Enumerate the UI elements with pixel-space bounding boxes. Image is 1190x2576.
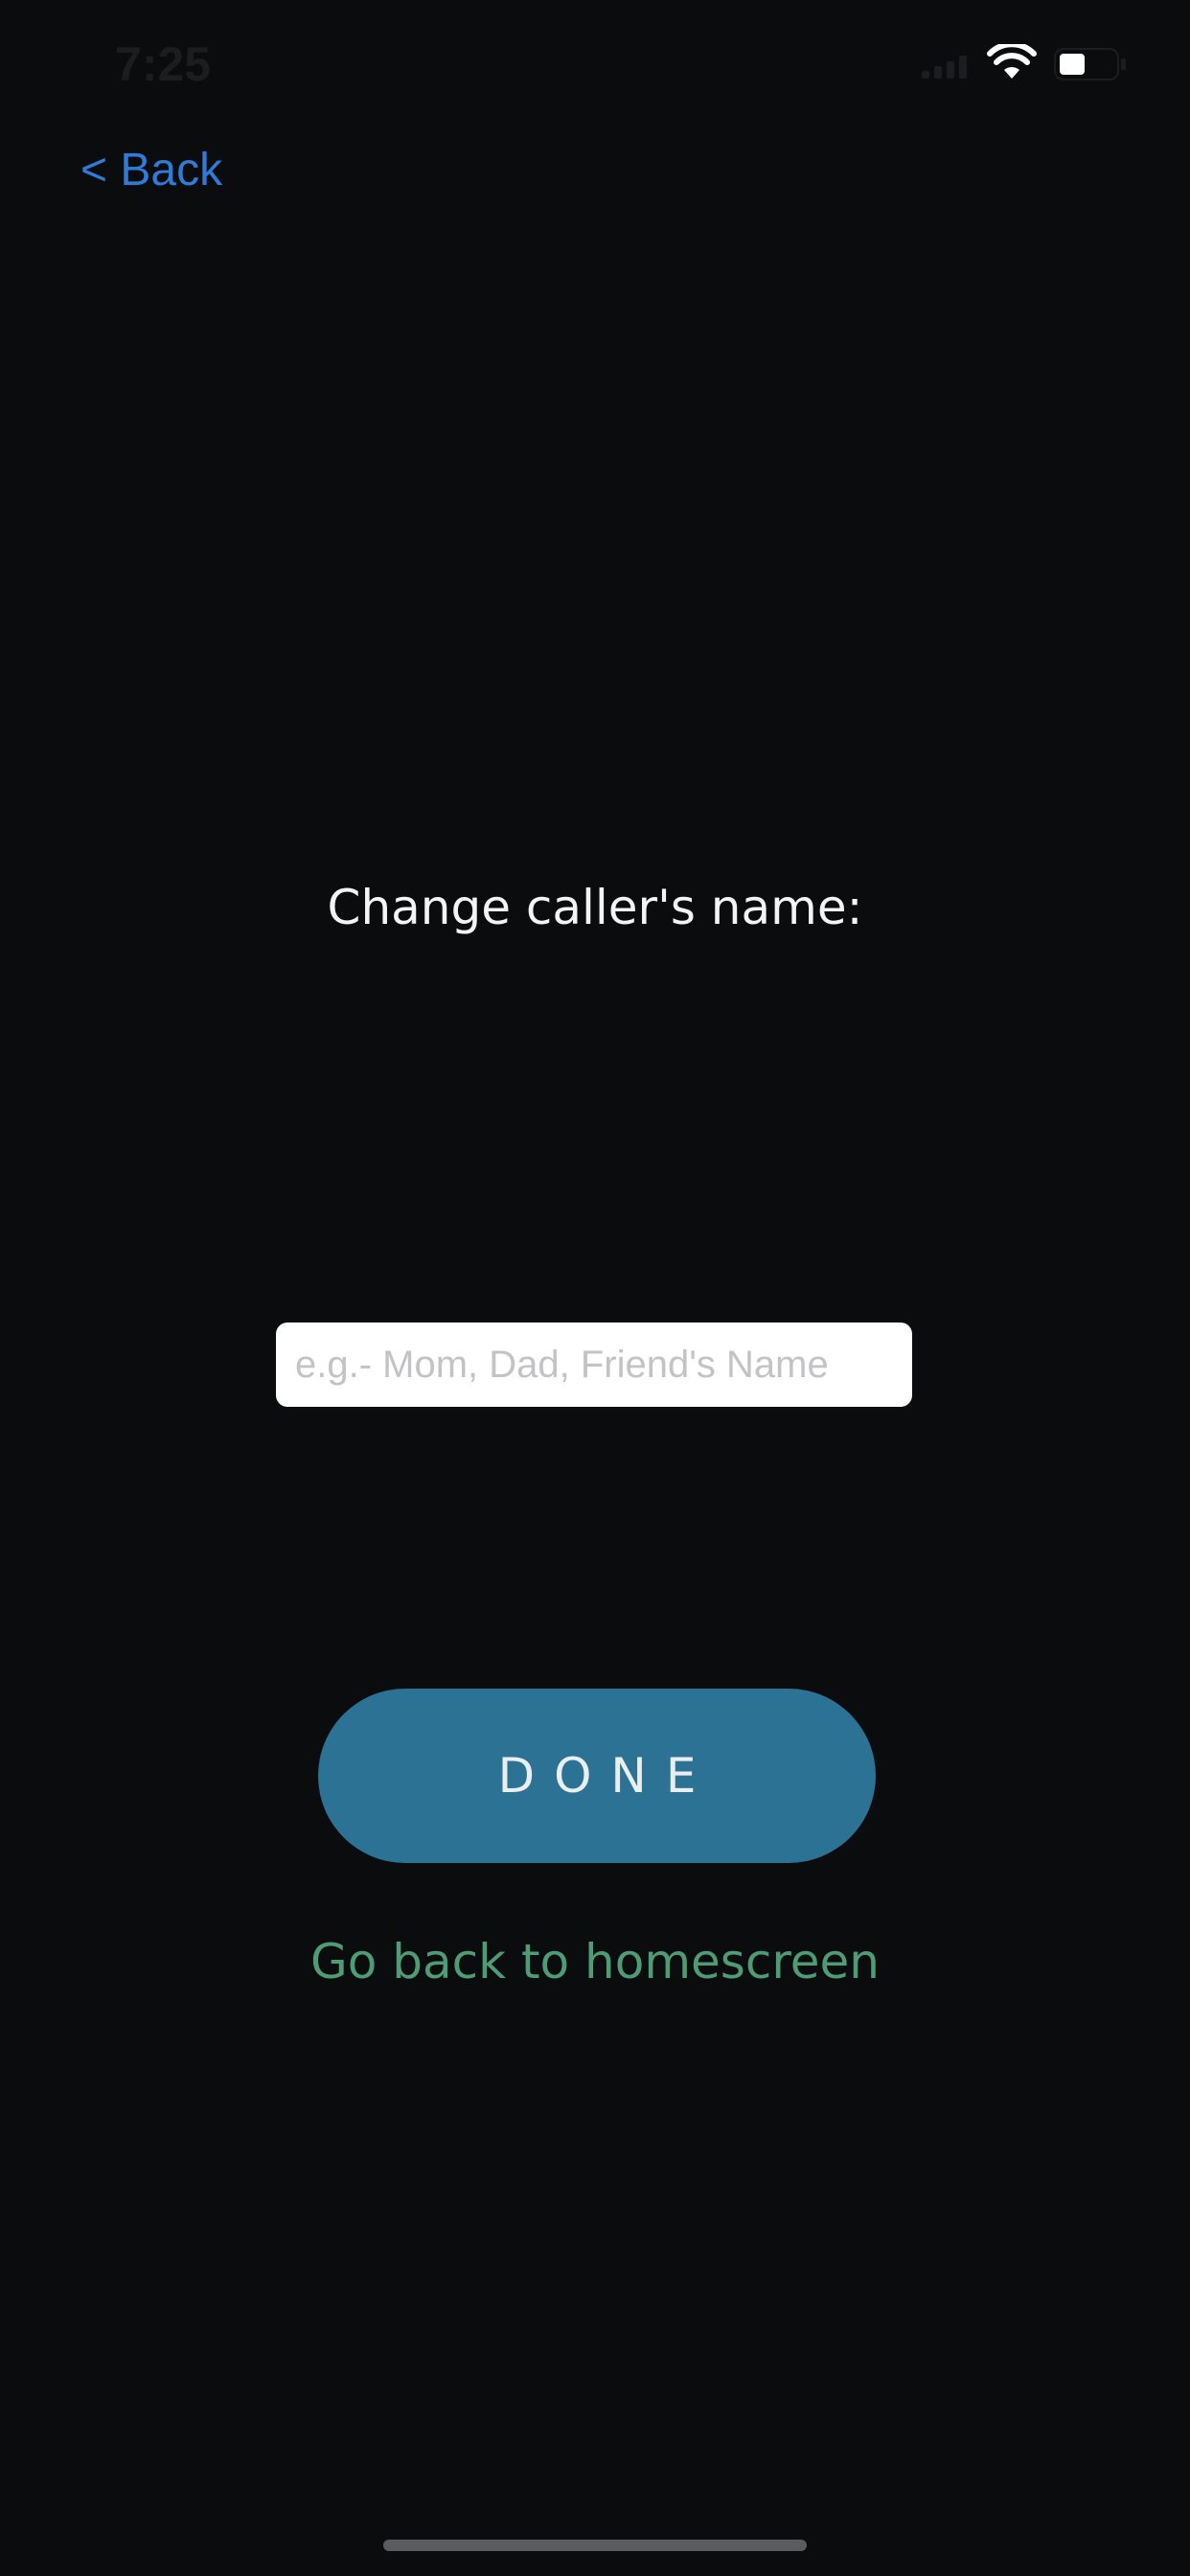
status-time: 7:25 xyxy=(115,37,212,91)
caller-name-input[interactable] xyxy=(276,1322,912,1407)
page-title: Change caller's name: xyxy=(327,880,863,935)
done-button[interactable]: DONE xyxy=(318,1689,876,1863)
battery-icon xyxy=(1054,48,1126,80)
home-indicator[interactable] xyxy=(383,2540,807,2551)
back-button[interactable]: < Back xyxy=(80,144,222,196)
go-home-link[interactable]: Go back to homescreen xyxy=(0,1934,1190,1990)
signal-icon xyxy=(922,56,967,79)
done-button-label: DONE xyxy=(497,1748,716,1804)
screen: 7:25 < Back Change caller's name: DONE G… xyxy=(0,0,1190,2576)
status-bar: 7:25 xyxy=(0,0,1190,125)
wifi-icon xyxy=(987,44,1037,79)
